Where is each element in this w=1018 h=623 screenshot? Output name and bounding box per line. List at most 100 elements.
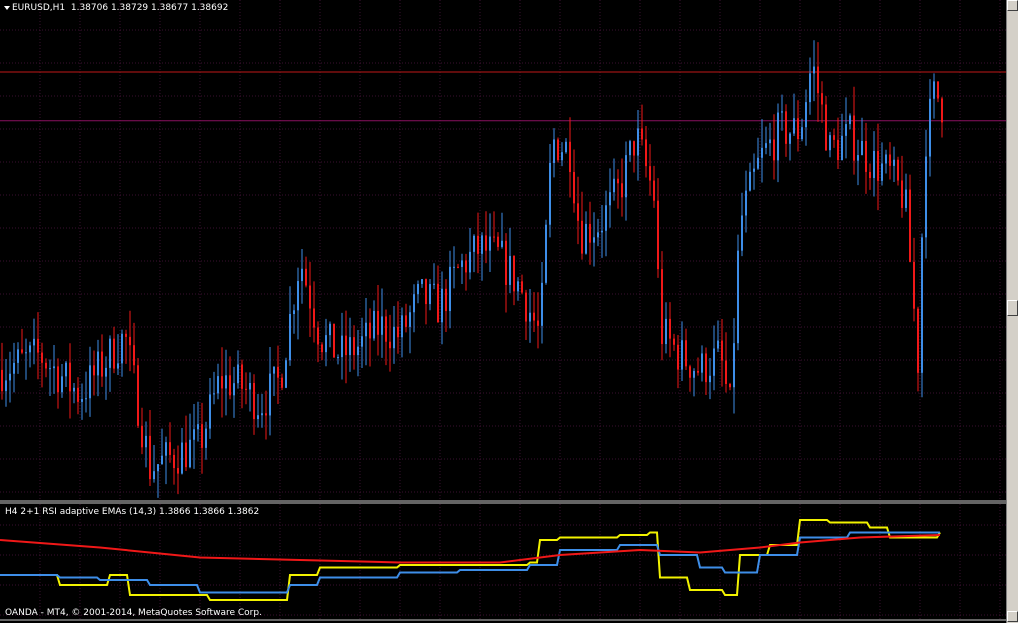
chart-title: EURUSD,H1 1.38706 1.38729 1.38677 1.3869…: [5, 3, 228, 14]
candle-body: [277, 366, 279, 378]
candle-body: [173, 454, 175, 469]
candle-body: [593, 237, 595, 243]
candle-body: [141, 425, 143, 448]
candle-body: [649, 166, 651, 181]
candle-body: [821, 93, 823, 105]
candle-body: [113, 338, 115, 369]
candle-body: [449, 266, 451, 312]
candle-body: [805, 102, 807, 128]
candle-body: [713, 348, 715, 376]
candle-body: [205, 428, 207, 448]
candle-body: [629, 141, 631, 156]
candle-body: [797, 118, 799, 140]
candle-body: [737, 250, 739, 344]
candle-body: [169, 442, 171, 455]
candle-body: [225, 375, 227, 389]
candle-body: [817, 66, 819, 94]
candle-body: [909, 189, 911, 262]
price-chart-panel[interactable]: [0, 0, 1006, 623]
candle-body: [521, 281, 523, 293]
candle-body: [873, 150, 875, 178]
candle-body: [257, 415, 259, 420]
candle-body: [133, 345, 135, 366]
candle-body: [745, 190, 747, 216]
candle-body: [193, 429, 195, 440]
candle-body: [845, 124, 847, 136]
candle-body: [701, 353, 703, 373]
candle-body: [85, 398, 87, 400]
candle-body: [181, 442, 183, 474]
candle-body: [673, 338, 675, 345]
candle-body: [925, 156, 927, 238]
candle-body: [669, 318, 671, 339]
candle-body: [721, 340, 723, 361]
candle-body: [865, 140, 867, 172]
candle-body: [861, 140, 863, 156]
candle-body: [897, 159, 899, 181]
candle-body: [637, 128, 639, 156]
candle-body: [569, 141, 571, 173]
candle-body: [369, 322, 371, 339]
candle-body: [813, 66, 815, 74]
candle-body: [777, 112, 779, 161]
candle-body: [45, 362, 47, 369]
candle-body: [621, 183, 623, 198]
candle-body: [61, 376, 63, 393]
candle-body: [297, 281, 299, 311]
candle-body: [413, 294, 415, 313]
candle-body: [357, 346, 359, 356]
candle-body: [729, 383, 731, 388]
candle-body: [13, 362, 15, 374]
candle-body: [361, 336, 363, 347]
candle-body: [73, 387, 75, 392]
candle-body: [913, 261, 915, 309]
candle-body: [529, 312, 531, 322]
scroll-thumb[interactable]: [1007, 300, 1018, 316]
candle-body: [109, 338, 111, 368]
candle-body: [877, 150, 879, 181]
grid-lines: [0, 0, 1006, 619]
candle-body: [281, 377, 283, 388]
candle-body: [393, 326, 395, 349]
candle-body: [773, 139, 775, 161]
scroll-down-button[interactable]: [1007, 611, 1018, 622]
vertical-scrollbar[interactable]: [1006, 0, 1018, 623]
scroll-up-button[interactable]: [1007, 0, 1018, 11]
candle-body: [781, 111, 783, 113]
candle-body: [177, 468, 179, 474]
candle-body: [5, 380, 7, 392]
candle-body: [485, 235, 487, 251]
candle-body: [125, 333, 127, 337]
candle-body: [161, 455, 163, 465]
copyright-text: OANDA - MT4, © 2001-2014, MetaQuotes Sof…: [5, 608, 262, 618]
candle-body: [493, 236, 495, 238]
candle-body: [477, 235, 479, 254]
candle-body: [233, 383, 235, 396]
mt4-chart-window[interactable]: EURUSD,H1 1.38706 1.38729 1.38677 1.3869…: [0, 0, 1018, 623]
candle-body: [117, 363, 119, 369]
candle-body: [69, 362, 71, 392]
candle-body: [837, 139, 839, 161]
candle-body: [329, 323, 331, 336]
indicator-lines: [0, 519, 941, 601]
candle-body: [157, 464, 159, 472]
candle-body: [937, 81, 939, 99]
candle-body: [537, 320, 539, 326]
candle-body: [657, 200, 659, 270]
candle-body: [809, 73, 811, 103]
candle-body: [829, 135, 831, 151]
candle-body: [377, 310, 379, 335]
candle-body: [345, 335, 347, 356]
candle-body: [833, 135, 835, 140]
candle-body: [165, 442, 167, 456]
candle-body: [197, 424, 199, 430]
indicator-title: H4 2+1 RSI adaptive EMAs (14,3) 1.3866 1…: [5, 507, 260, 517]
candle-body: [105, 367, 107, 377]
candle-body: [137, 365, 139, 426]
candle-body: [941, 98, 943, 123]
candle-body: [465, 260, 467, 273]
candle-body: [841, 135, 843, 161]
candle-body: [101, 351, 103, 377]
candle-body: [769, 139, 771, 144]
candle-body: [853, 115, 855, 161]
